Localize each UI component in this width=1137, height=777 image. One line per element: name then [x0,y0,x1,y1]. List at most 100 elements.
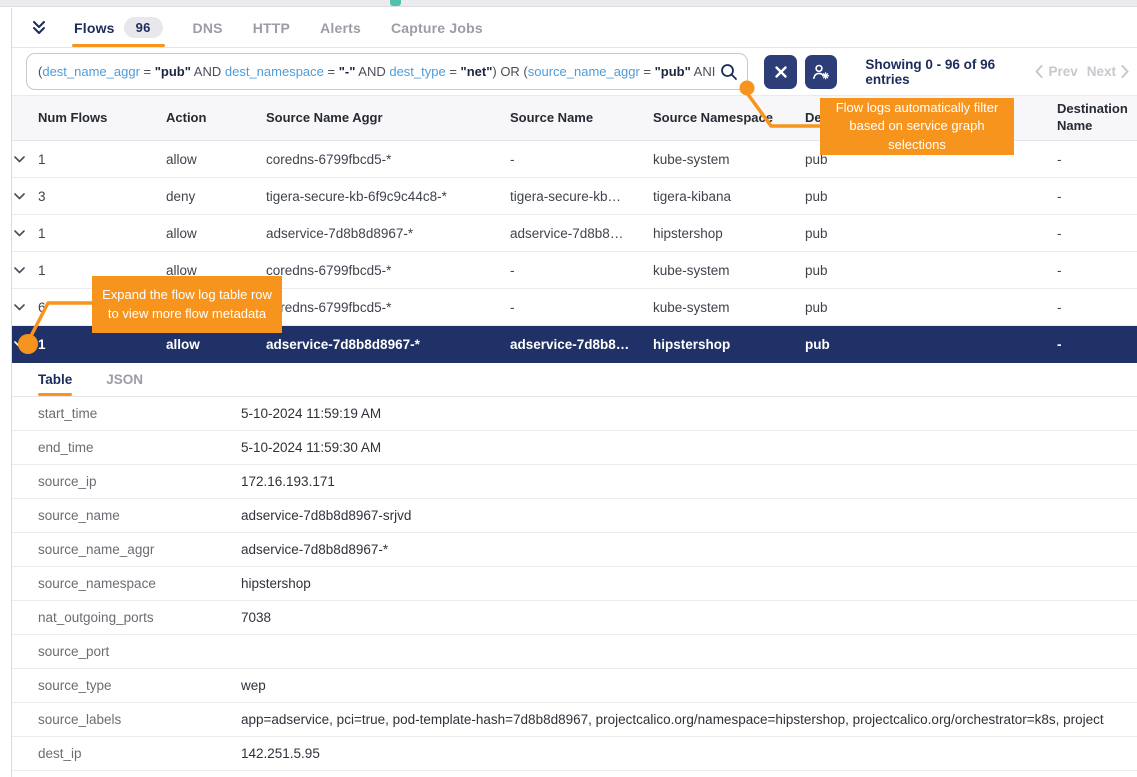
query-token: dest_type [389,64,445,79]
detail-row: dest_ip142.251.5.95 [12,737,1137,771]
tab-label: DNS [193,20,223,36]
detail-row: source_port [12,635,1137,669]
callout-expand-tip-text: Expand the flow log table row to view mo… [102,286,272,322]
detail-key: source_name [38,508,241,523]
flow-detail-tabs: Table JSON [12,363,1137,397]
query-token: = [640,64,655,79]
row-expander-icon[interactable] [12,230,38,237]
cell-source-namespace: hipstershop [653,337,805,352]
search-icon[interactable] [719,62,739,82]
detail-key: source_type [38,678,241,693]
next-label: Next [1087,64,1116,79]
query-token: AND [191,64,225,79]
detail-value: wep [241,678,1137,693]
query-token: "-" [339,64,356,79]
flows-count-badge: 96 [124,17,163,38]
cell-source-name: - [510,300,653,315]
detail-row: source_ip172.16.193.171 [12,465,1137,499]
flow-table-row[interactable]: 1allowadservice-7d8b8d8967-*adservice-7d… [12,215,1137,252]
cell-action: deny [166,189,266,204]
chevron-left-icon [1035,65,1043,78]
flow-table-row[interactable]: 3denytigera-secure-kb-6f9c9c44c8-*tigera… [12,178,1137,215]
cell-num-flows: 1 [38,337,166,352]
detail-value: 5-10-2024 11:59:19 AM [241,406,1137,421]
query-token: dest_name_aggr [42,64,140,79]
log-type-tab-bar: Flows 96 DNS HTTP Alerts Capture Jobs [12,8,1137,48]
user-settings-button[interactable] [805,55,838,89]
cell-source-namespace: kube-system [653,300,805,315]
tab-flows[interactable]: Flows 96 [74,8,163,47]
prev-label: Prev [1048,64,1077,79]
detail-tab-table[interactable]: Table [38,363,72,396]
row-expander-icon[interactable] [12,341,38,348]
filter-query-text: (dest_name_aggr = "pub" AND dest_namespa… [38,64,715,79]
detail-value: 142.251.5.95 [241,746,1137,761]
detail-value: 172.16.193.171 [241,474,1137,489]
detail-row: nat_outgoing_ports7038 [12,601,1137,635]
detail-row: source_name_aggradservice-7d8b8d8967-* [12,533,1137,567]
cell-source-namespace: tigera-kibana [653,189,805,204]
cell-source-namespace: hipstershop [653,226,805,241]
cell-source-name-aggr: coredns-6799fbcd5-* [266,300,510,315]
clear-filter-button[interactable] [764,55,797,89]
query-token: "pub" [155,64,191,79]
cell-destination-name: - [1057,152,1137,167]
tab-label: Alerts [320,20,361,36]
query-token: "pub" [655,64,691,79]
prev-button[interactable]: Prev [1035,64,1077,79]
query-token: AND [355,64,389,79]
column-header-3: Source Name Aggr [266,110,510,127]
cell-num-flows: 1 [38,226,166,241]
cell-num-flows: 3 [38,189,166,204]
cell-dest-name-aggr: pub [805,263,1057,278]
detail-value: hipstershop [241,576,1137,591]
detail-row: source_namespacehipstershop [12,567,1137,601]
chevron-right-icon [1121,65,1129,78]
flow-detail-fields: start_time5-10-2024 11:59:19 AMend_time5… [12,397,1137,771]
detail-key: source_port [38,644,241,659]
cell-dest-name-aggr: pub [805,189,1057,204]
row-expander-icon[interactable] [12,193,38,200]
query-token: = [446,64,461,79]
row-expander-icon[interactable] [12,156,38,163]
cell-source-name: - [510,152,653,167]
filter-toolbar: (dest_name_aggr = "pub" AND dest_namespa… [12,48,1137,95]
cell-source-namespace: kube-system [653,152,805,167]
detail-key: end_time [38,440,241,455]
cell-destination-name: - [1057,263,1137,278]
query-token: ) OR ( [492,64,527,79]
filter-query-input[interactable]: (dest_name_aggr = "pub" AND dest_namespa… [26,53,748,90]
entries-summary: Showing 0 - 96 of 96 entries [865,57,1035,87]
cell-destination-name: - [1057,189,1137,204]
tab-capture-jobs[interactable]: Capture Jobs [391,8,483,47]
callout-filter-tip: Flow logs automatically filter based on … [820,98,1014,155]
cell-source-name: tigera-secure-kb… [510,189,653,204]
tab-dns[interactable]: DNS [193,8,223,47]
query-token: = [324,64,339,79]
decorative-mark [390,0,401,6]
query-token: ANI [691,64,716,79]
detail-value: adservice-7d8b8d8967-srjvd [241,508,1137,523]
row-expander-icon[interactable] [12,267,38,274]
tab-label: Capture Jobs [391,20,483,36]
tab-label: HTTP [253,20,290,36]
cell-destination-name: - [1057,300,1137,315]
cell-dest-name-aggr: pub [805,300,1057,315]
cropped-content-above [0,0,1137,7]
row-expander-icon[interactable] [12,304,38,311]
detail-key: source_ip [38,474,241,489]
detail-key: source_namespace [38,576,241,591]
tab-http[interactable]: HTTP [253,8,290,47]
detail-value: adservice-7d8b8d8967-* [241,542,1137,557]
tab-label: Flows [74,20,115,36]
detail-value: 5-10-2024 11:59:30 AM [241,440,1137,455]
tabs-container: Flows 96 DNS HTTP Alerts Capture Jobs [74,8,483,47]
next-button[interactable]: Next [1087,64,1129,79]
column-header-1: Num Flows [38,110,166,127]
detail-row: start_time5-10-2024 11:59:19 AM [12,397,1137,431]
column-header-7: Destination Name [1057,101,1137,135]
tab-alerts[interactable]: Alerts [320,8,361,47]
double-chevron-down-icon[interactable] [30,19,48,37]
detail-tab-json[interactable]: JSON [106,363,143,396]
cell-dest-name-aggr: pub [805,337,1057,352]
